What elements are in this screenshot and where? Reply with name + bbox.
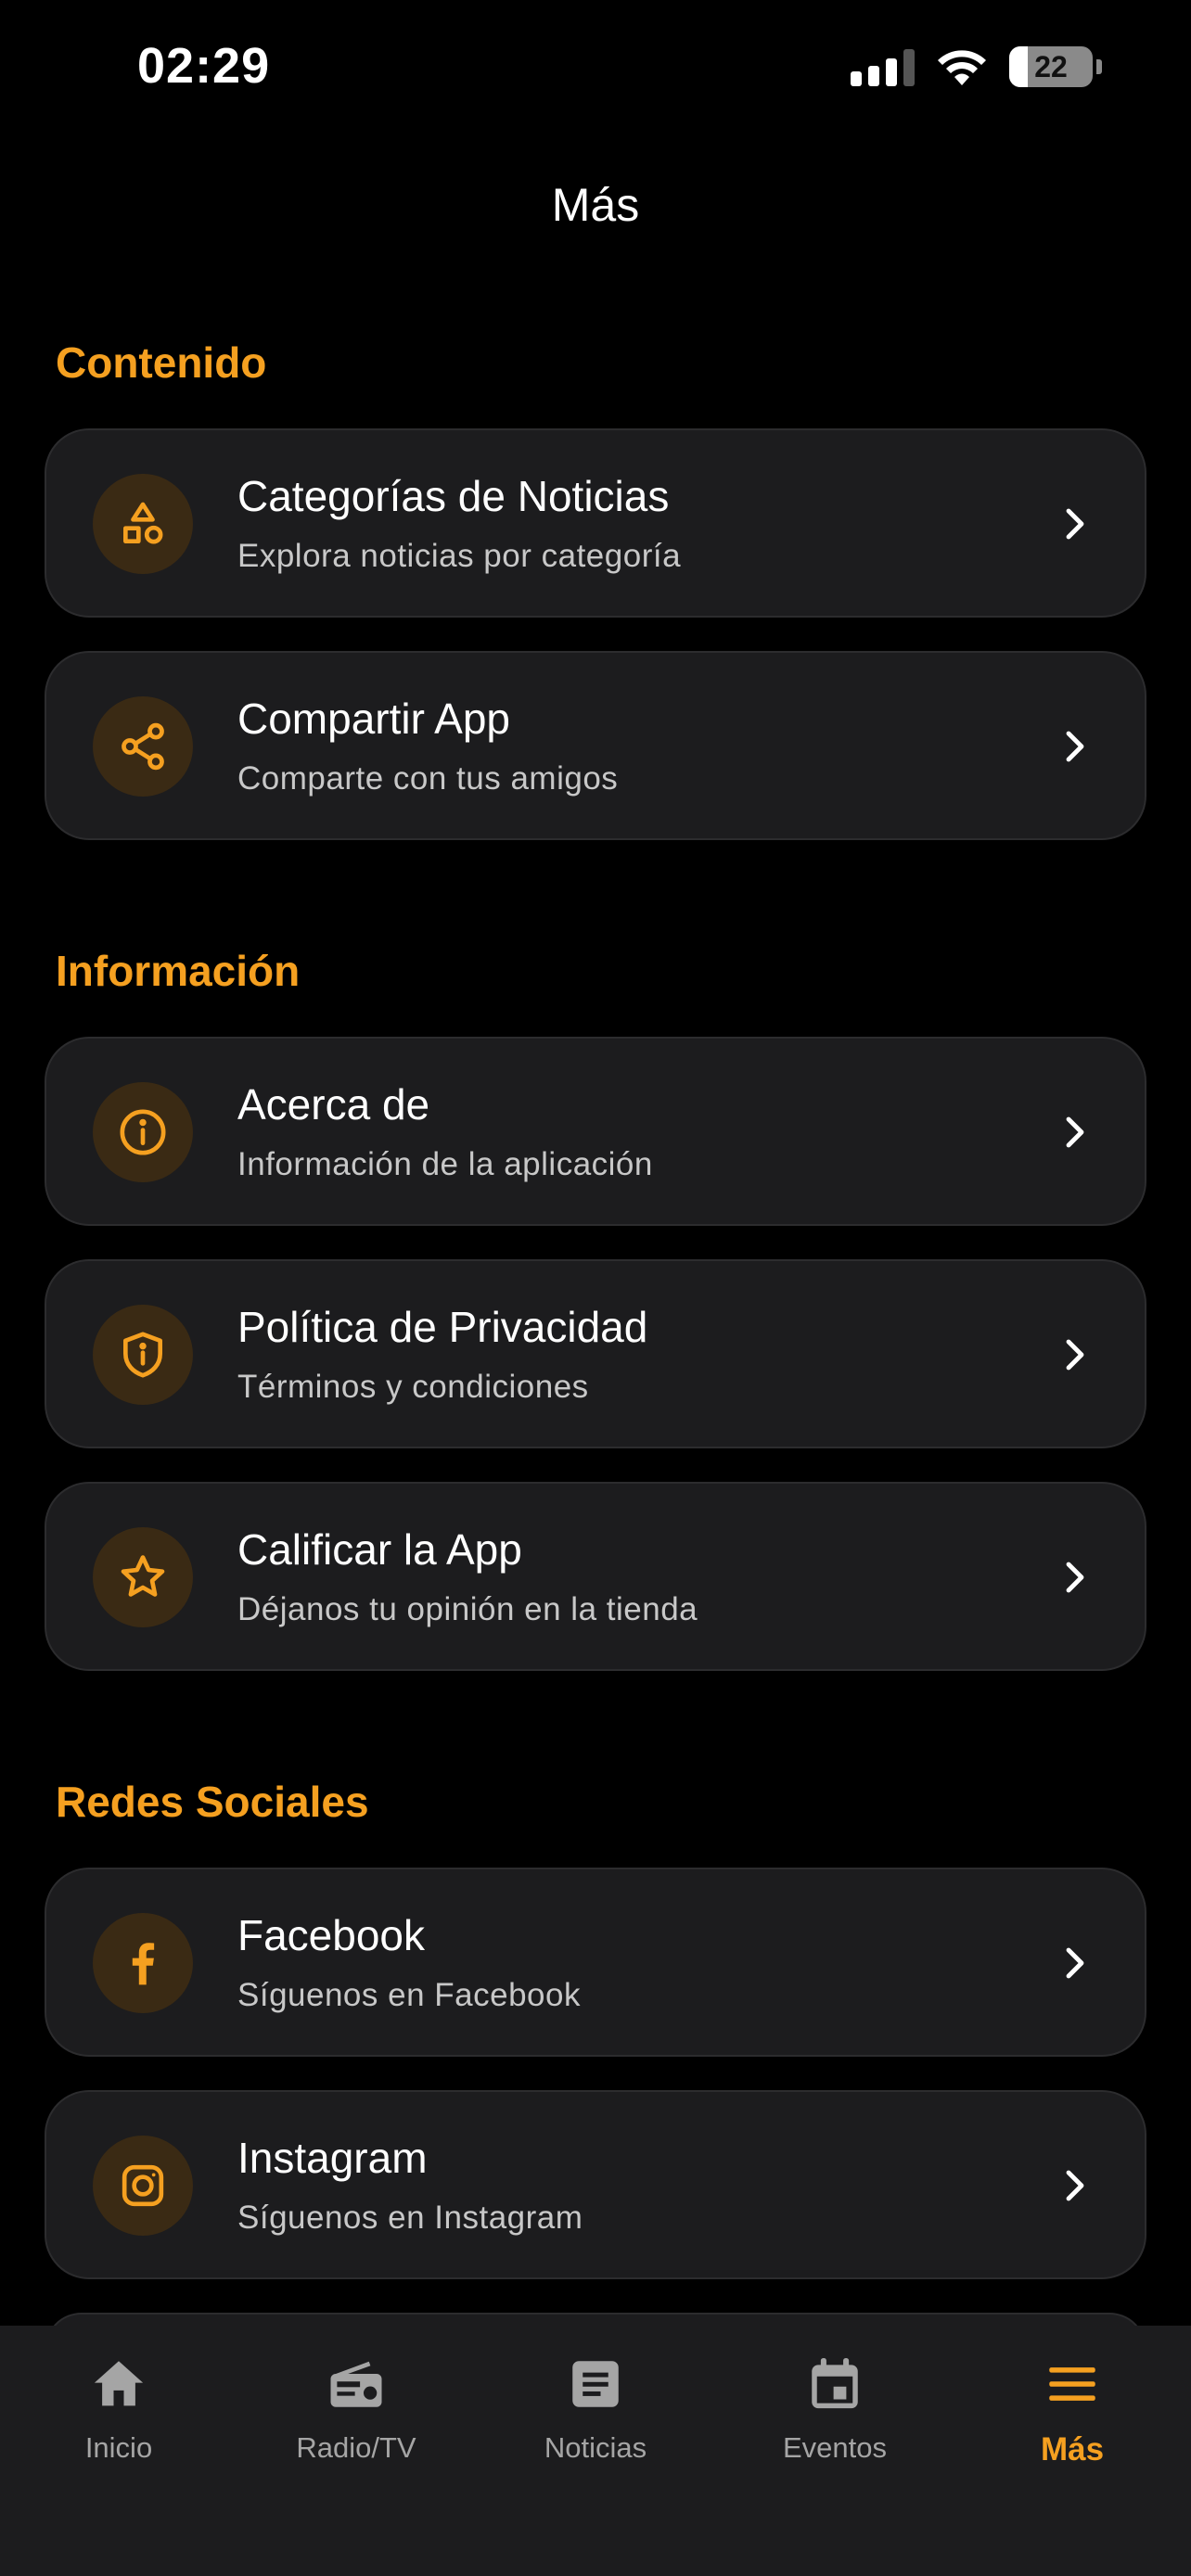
menu-item-icon-bg [93,474,193,574]
news-icon [572,2361,619,2407]
menu-item-icon-bg [93,1082,193,1182]
menu-item-instagram[interactable]: Instagram Síguenos en Instagram [45,2090,1146,2279]
menu-item-icon-bg [93,1305,193,1405]
menu-item-title: Instagram [237,2134,428,2182]
screen: 02:29 22 Más Contenido Categorías de Not… [0,0,1191,2576]
info-icon [120,1109,166,1155]
menu-item-title: Acerca de [237,1080,430,1129]
tab-label: Inicio [84,2431,153,2464]
status-indicators: 22 [851,46,1102,87]
star-icon [121,1555,165,1597]
tab-label: Radio/TV [296,2431,416,2464]
wifi-icon [938,50,986,85]
section-title-informacion: Información [56,947,301,995]
menu-icon [1049,2367,1095,2401]
instagram-icon [122,2164,164,2207]
home-icon [94,2361,144,2406]
menu-item-icon-bg [93,1913,193,2013]
status-bar: 02:29 22 [0,0,1191,139]
menu-item-icon-bg [93,2136,193,2236]
menu-item-subtitle: Explora noticias por categoría [237,538,682,574]
menu-item-subtitle: Comparte con tus amigos [237,760,619,797]
tab-inicio[interactable]: Inicio [26,2353,211,2465]
menu-item-subtitle: Déjanos tu opinión en la tienda [237,1591,698,1627]
chevron-right-icon [1066,1339,1084,1371]
tab-mas[interactable]: Más [980,2353,1165,2468]
menu-item-subtitle: Síguenos en Instagram [237,2200,583,2236]
menu-item-title: Compartir App [237,695,511,743]
facebook-icon [132,1943,155,1985]
menu-item-title: Facebook [237,1911,426,1959]
shield-icon [123,1332,163,1378]
menu-item-acerca[interactable]: Acerca de Información de la aplicación [45,1037,1146,1226]
cellular-signal-icon [851,47,915,86]
menu-item-calificar[interactable]: Calificar la App Déjanos tu opinión en l… [45,1482,1146,1671]
battery-cap [1096,59,1102,74]
menu-item-compartir[interactable]: Compartir App Comparte con tus amigos [45,651,1146,840]
status-time: 02:29 [137,38,271,94]
radio-icon [330,2361,382,2407]
shapes-icon [123,502,163,544]
tab-label: Noticias [544,2431,647,2464]
tab-radio-tv[interactable]: Radio/TV [263,2353,449,2465]
menu-item-title: Política de Privacidad [237,1303,648,1351]
menu-item-subtitle: Términos y condiciones [237,1369,589,1405]
share-icon [122,722,164,771]
menu-item-facebook[interactable]: Facebook Síguenos en Facebook [45,1868,1146,2057]
tab-noticias[interactable]: Noticias [503,2353,688,2465]
calendar-icon [812,2357,858,2409]
tab-label: Eventos [782,2431,887,2464]
section-title-contenido: Contenido [56,338,267,387]
chevron-right-icon [1066,731,1084,762]
menu-item-icon-bg [93,696,193,797]
menu-item-subtitle: Síguenos en Facebook [237,1977,581,2013]
menu-item-icon-bg [93,1527,193,1627]
chevron-right-icon [1066,1116,1084,1148]
bottom-tab-bar: Inicio Radio/TV Noticias Eventos Más [0,2326,1191,2576]
chevron-right-icon [1066,1562,1084,1593]
battery-level: 22 [1034,49,1068,83]
chevron-right-icon [1066,508,1084,540]
tab-label: Más [1040,2431,1105,2468]
menu-item-title: Calificar la App [237,1525,522,1574]
page-title: Más [551,179,640,231]
battery-icon: 22 [1009,46,1093,87]
menu-item-categorias[interactable]: Categorías de Noticias Explora noticias … [45,428,1146,618]
menu-item-subtitle: Información de la aplicación [237,1146,653,1182]
menu-item-privacidad[interactable]: Política de Privacidad Términos y condic… [45,1259,1146,1448]
section-title-redes-sociales: Redes Sociales [56,1778,369,1826]
chevron-right-icon [1066,1947,1084,1979]
tab-eventos[interactable]: Eventos [742,2353,928,2465]
menu-item-title: Categorías de Noticias [237,472,670,520]
chevron-right-icon [1066,2170,1084,2201]
